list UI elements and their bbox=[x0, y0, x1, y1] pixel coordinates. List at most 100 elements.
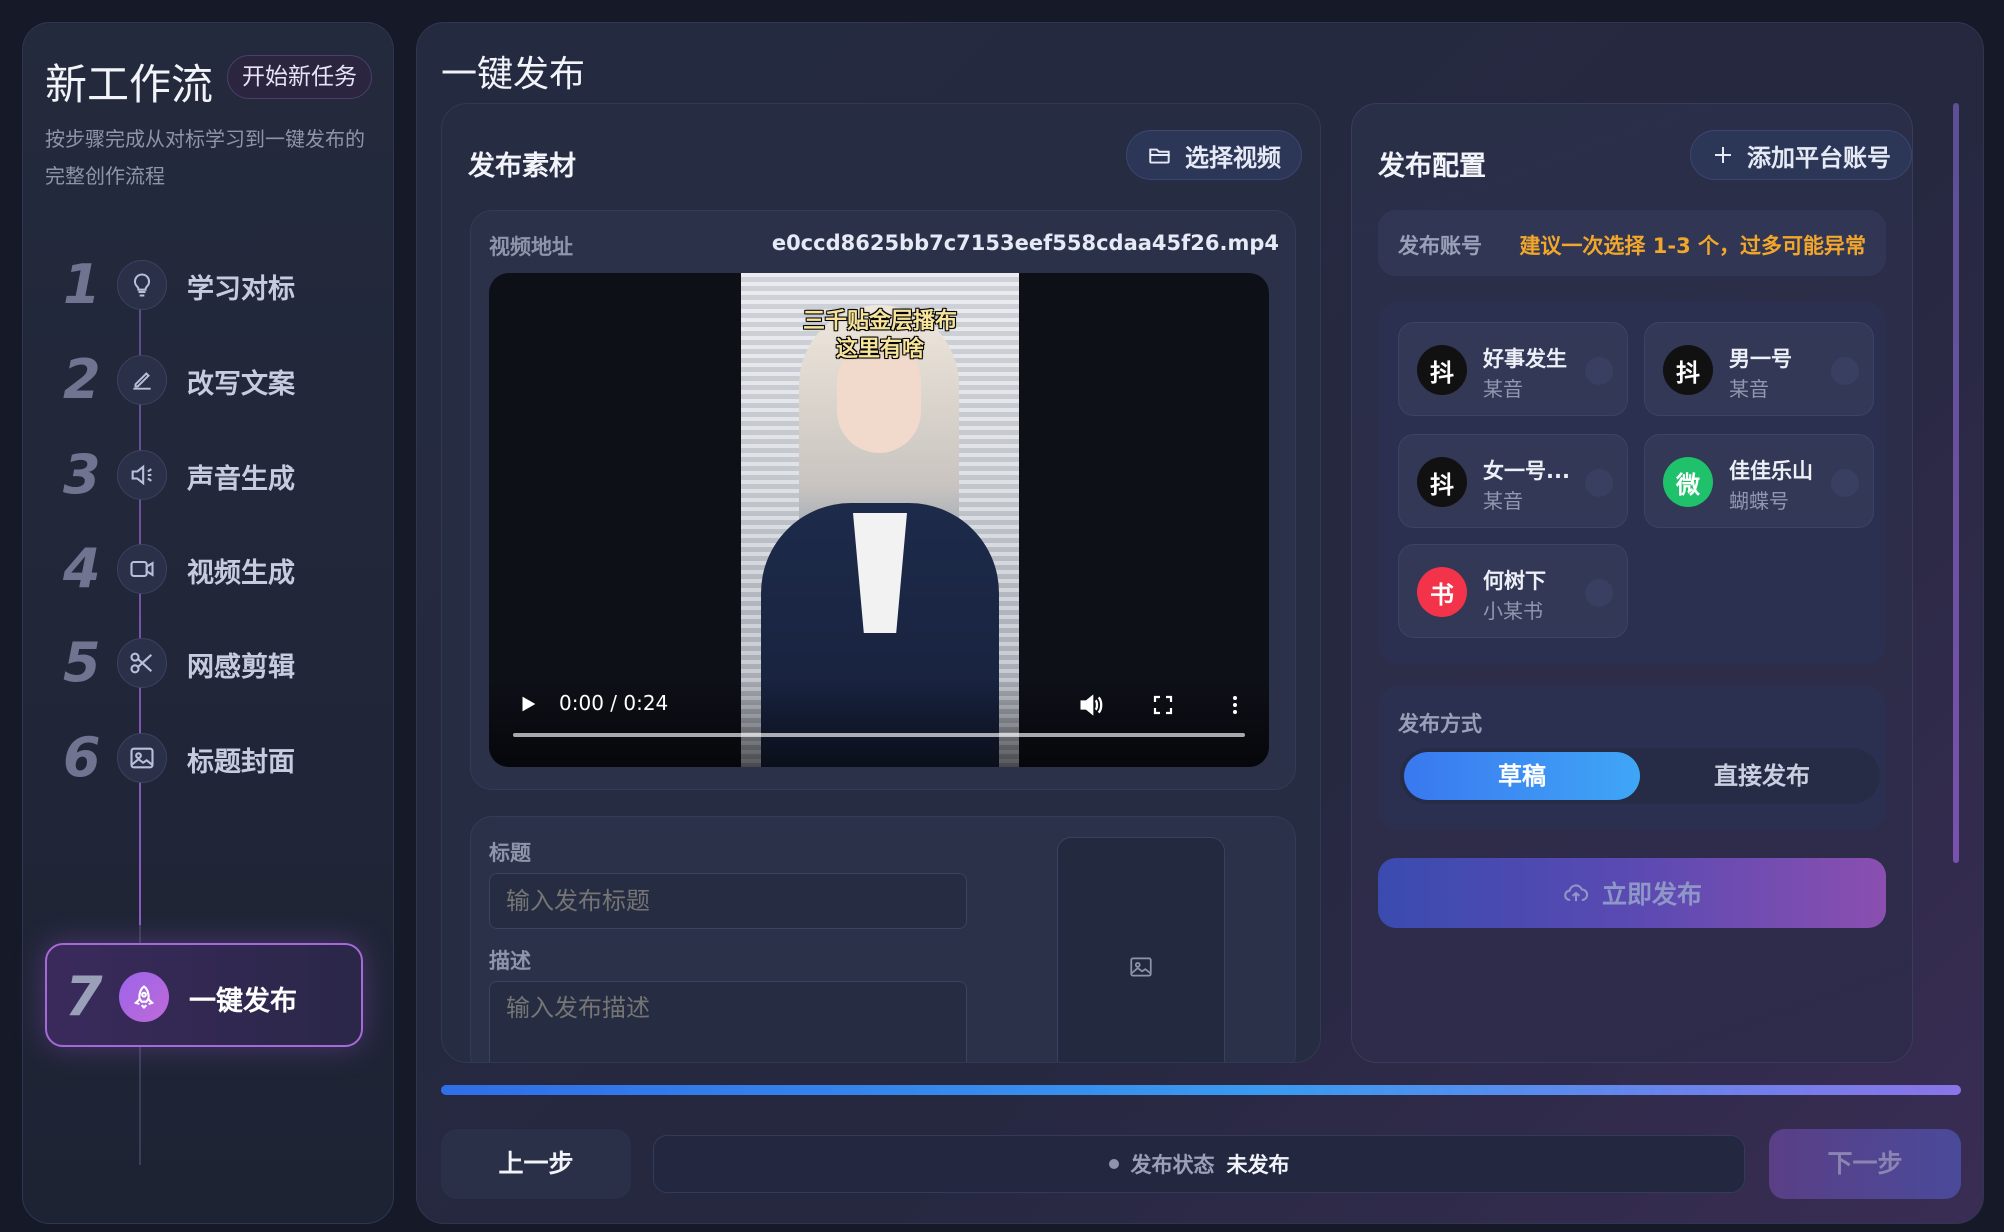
status-value: 未发布 bbox=[1226, 1153, 1290, 1177]
rocket-icon bbox=[119, 972, 169, 1022]
title-input[interactable] bbox=[489, 873, 967, 929]
image-icon bbox=[117, 733, 167, 783]
description-input[interactable] bbox=[489, 981, 967, 1062]
step-one-click-publish[interactable]: 7 一键发布 bbox=[45, 943, 363, 1047]
account-item[interactable]: 抖 好事发生 某音 bbox=[1398, 322, 1628, 416]
account-item[interactable]: 抖 男一号 某音 bbox=[1644, 322, 1874, 416]
step-learn-benchmark[interactable]: 1 学习对标 bbox=[45, 233, 363, 337]
scissors-icon bbox=[117, 638, 167, 688]
description-label: 描述 bbox=[489, 949, 531, 973]
more-options-icon[interactable] bbox=[1223, 693, 1247, 717]
publish-mode-label: 发布方式 bbox=[1398, 712, 1482, 736]
video-caption-line2: 这里有啥 bbox=[835, 336, 924, 362]
step-label: 网感剪辑 bbox=[187, 652, 295, 683]
video-player[interactable]: 三千贴金层播布 这里有啥 0:00 / 0:24 bbox=[489, 273, 1269, 767]
select-video-label: 选择视频 bbox=[1185, 143, 1281, 172]
account-name: 何树下 bbox=[1483, 569, 1546, 593]
step-title-cover[interactable]: 6 标题封面 bbox=[45, 706, 363, 810]
step-number: 5 bbox=[63, 631, 101, 694]
mode-direct-option[interactable]: 直接发布 bbox=[1644, 752, 1880, 800]
status-dot-icon bbox=[1108, 1159, 1119, 1169]
douyin-logo-icon: 抖 bbox=[1417, 457, 1467, 507]
account-name: 男一号 bbox=[1729, 347, 1792, 371]
publish-now-label: 立即发布 bbox=[1601, 880, 1702, 909]
config-heading: 发布配置 bbox=[1378, 151, 1486, 182]
step-voice-generation[interactable]: 3 声音生成 bbox=[45, 423, 363, 527]
publish-mode-card: 发布方式 草稿 直接发布 bbox=[1378, 686, 1886, 830]
publish-status-bar: 发布状态 未发布 bbox=[653, 1135, 1745, 1193]
video-card: 视频地址 e0ccd8625bb7c7153eef558cdaa45f26.mp… bbox=[470, 210, 1296, 790]
new-task-button[interactable]: 开始新任务 bbox=[227, 55, 372, 99]
cover-upload[interactable] bbox=[1057, 837, 1225, 1062]
douyin-logo-icon: 抖 bbox=[1417, 345, 1467, 395]
video-address-label: 视频地址 bbox=[489, 235, 573, 259]
step-video-generation[interactable]: 4 视频生成 bbox=[45, 517, 363, 621]
step-label: 视频生成 bbox=[187, 558, 295, 589]
mode-draft-option[interactable]: 草稿 bbox=[1404, 752, 1640, 800]
accounts-warning: 建议一次选择 1-3 个，过多可能异常 bbox=[1519, 234, 1866, 258]
step-label: 学习对标 bbox=[187, 274, 295, 305]
lightbulb-icon bbox=[117, 260, 167, 310]
page-title: 一键发布 bbox=[441, 54, 586, 95]
fullscreen-icon[interactable] bbox=[1151, 693, 1175, 717]
seek-bar[interactable] bbox=[513, 733, 1245, 737]
publish-form: 标题 描述 bbox=[470, 816, 1296, 1062]
wechat-channels-logo-icon: 微 bbox=[1663, 457, 1713, 507]
video-time: 0:00 / 0:24 bbox=[559, 691, 669, 715]
account-platform: 某音 bbox=[1483, 489, 1523, 513]
next-step-button[interactable]: 下一步 bbox=[1769, 1129, 1961, 1199]
account-item[interactable]: 微 佳佳乐山 蝴蝶号 bbox=[1644, 434, 1874, 528]
account-list: 抖 好事发生 某音 抖 男一号 某音 抖 女一号... 某音 微 佳佳乐山 蝴蝶… bbox=[1378, 302, 1886, 664]
account-select-radio[interactable] bbox=[1585, 357, 1613, 385]
image-placeholder-icon bbox=[1130, 957, 1152, 977]
plus-icon bbox=[1715, 147, 1731, 163]
publish-config-panel: 发布配置 添加平台账号 发布账号 建议一次选择 1-3 个，过多可能异常 抖 好… bbox=[1351, 103, 1913, 1063]
video-camera-icon bbox=[117, 544, 167, 594]
sidebar-description: 按步骤完成从对标学习到一键发布的完整创作流程 bbox=[45, 127, 365, 188]
account-item[interactable]: 抖 女一号... 某音 bbox=[1398, 434, 1628, 528]
step-number: 2 bbox=[63, 348, 101, 411]
play-icon[interactable] bbox=[517, 693, 539, 715]
video-filename: e0ccd8625bb7c7153eef558cdaa45f26.mp4 bbox=[771, 231, 1279, 255]
step-label: 声音生成 bbox=[187, 464, 295, 495]
step-label: 标题封面 bbox=[187, 747, 295, 778]
speaker-icon bbox=[117, 450, 167, 500]
account-platform: 某音 bbox=[1729, 377, 1769, 401]
cloud-upload-icon bbox=[1564, 884, 1589, 902]
add-account-label: 添加平台账号 bbox=[1747, 143, 1891, 172]
account-select-radio[interactable] bbox=[1831, 357, 1859, 385]
volume-icon[interactable] bbox=[1077, 691, 1105, 719]
step-label: 改写文案 bbox=[187, 369, 295, 400]
scrollbar[interactable] bbox=[1953, 103, 1959, 863]
publish-now-button[interactable]: 立即发布 bbox=[1378, 858, 1886, 928]
publish-material-panel: 发布素材 选择视频 视频地址 e0ccd8625bb7c7153eef558cd… bbox=[441, 103, 1321, 1063]
account-platform: 某音 bbox=[1483, 377, 1523, 401]
step-smart-editing[interactable]: 5 网感剪辑 bbox=[45, 611, 363, 715]
account-item[interactable]: 书 何树下 小某书 bbox=[1398, 544, 1628, 638]
account-select-radio[interactable] bbox=[1831, 469, 1859, 497]
account-name: 女一号... bbox=[1483, 459, 1570, 483]
add-account-button[interactable]: 添加平台账号 bbox=[1690, 130, 1912, 180]
account-select-radio[interactable] bbox=[1585, 579, 1613, 607]
step-number: 7 bbox=[65, 965, 103, 1028]
folder-open-icon bbox=[1149, 148, 1170, 164]
previous-step-button[interactable]: 上一步 bbox=[441, 1129, 631, 1199]
step-label: 一键发布 bbox=[189, 986, 297, 1017]
account-name: 佳佳乐山 bbox=[1729, 459, 1813, 483]
account-platform: 小某书 bbox=[1483, 599, 1543, 623]
accounts-label: 发布账号 bbox=[1398, 234, 1482, 258]
workflow-progress-bar bbox=[441, 1085, 1961, 1095]
status-key: 发布状态 bbox=[1130, 1153, 1215, 1177]
step-number: 3 bbox=[63, 443, 101, 506]
material-heading: 发布素材 bbox=[468, 151, 576, 182]
step-rewrite-copy[interactable]: 2 改写文案 bbox=[45, 328, 363, 432]
xiaohongshu-logo-icon: 书 bbox=[1417, 567, 1467, 617]
select-video-button[interactable]: 选择视频 bbox=[1126, 130, 1302, 180]
douyin-logo-icon: 抖 bbox=[1663, 345, 1713, 395]
account-name: 好事发生 bbox=[1483, 347, 1567, 371]
sidebar-title: 新工作流 bbox=[45, 60, 214, 109]
account-select-radio[interactable] bbox=[1585, 469, 1613, 497]
step-number: 6 bbox=[63, 726, 101, 789]
step-number: 1 bbox=[63, 253, 101, 316]
title-label: 标题 bbox=[489, 841, 531, 865]
